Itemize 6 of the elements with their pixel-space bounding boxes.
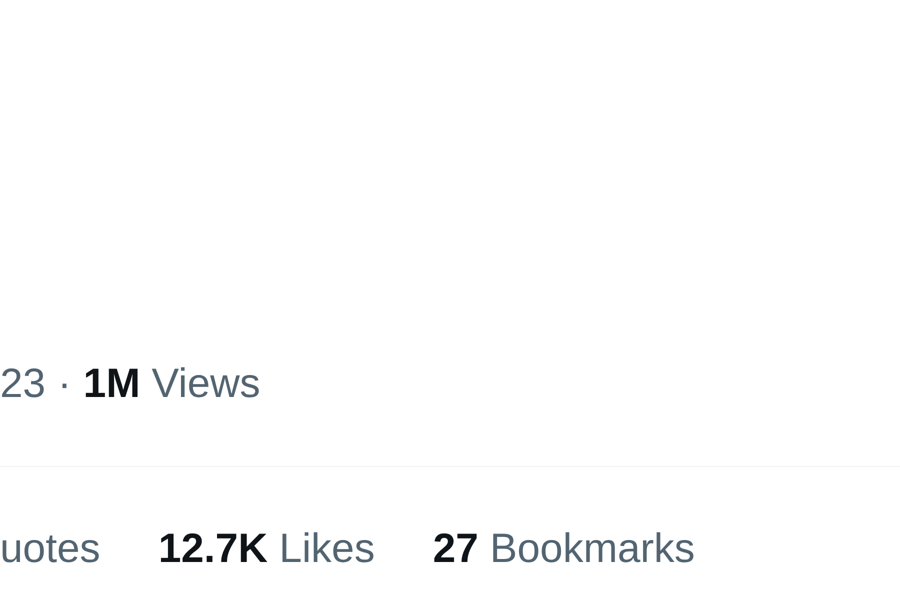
stat-link[interactable]: 27 Bookmarks bbox=[432, 524, 695, 572]
stat-link[interactable]: 12.7K Likes bbox=[158, 524, 375, 572]
views-text: 1M Views bbox=[83, 359, 260, 407]
stat-link[interactable]: uotes bbox=[0, 524, 100, 572]
post-date-link[interactable]: 23 bbox=[0, 359, 46, 407]
separator-dot-text: · bbox=[58, 359, 72, 407]
